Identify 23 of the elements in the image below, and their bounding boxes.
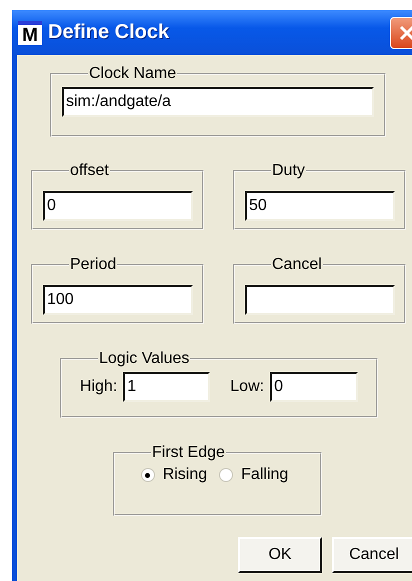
app-icon: M [18,20,42,44]
window-title: Define Clock [48,21,170,44]
group-label: Clock Name [88,65,178,83]
close-icon [398,24,412,42]
field-label: Low: [230,378,264,396]
radio-option[interactable]: Rising [140,466,208,484]
radio-option[interactable]: Falling [219,466,288,484]
group-label: Logic Values [98,350,190,368]
input-field[interactable] [245,285,395,315]
group-label: Cancel [271,256,323,274]
dialog-button[interactable]: Cancel [332,537,412,573]
input-field[interactable]: 0 [43,191,193,221]
dialog-button[interactable]: OK [238,537,322,573]
input-field[interactable]: 100 [43,285,193,315]
input-field[interactable]: 0 [270,372,358,402]
input-field[interactable]: sim:/andgate/a [62,87,374,117]
group-label: offset [69,162,110,180]
group-label: Period [69,256,118,274]
group-label: Duty [271,162,306,180]
input-field[interactable]: 1 [123,372,210,402]
field-label: High: [80,378,118,396]
group-label: First Edge [151,444,226,462]
input-field[interactable]: 50 [245,191,395,221]
